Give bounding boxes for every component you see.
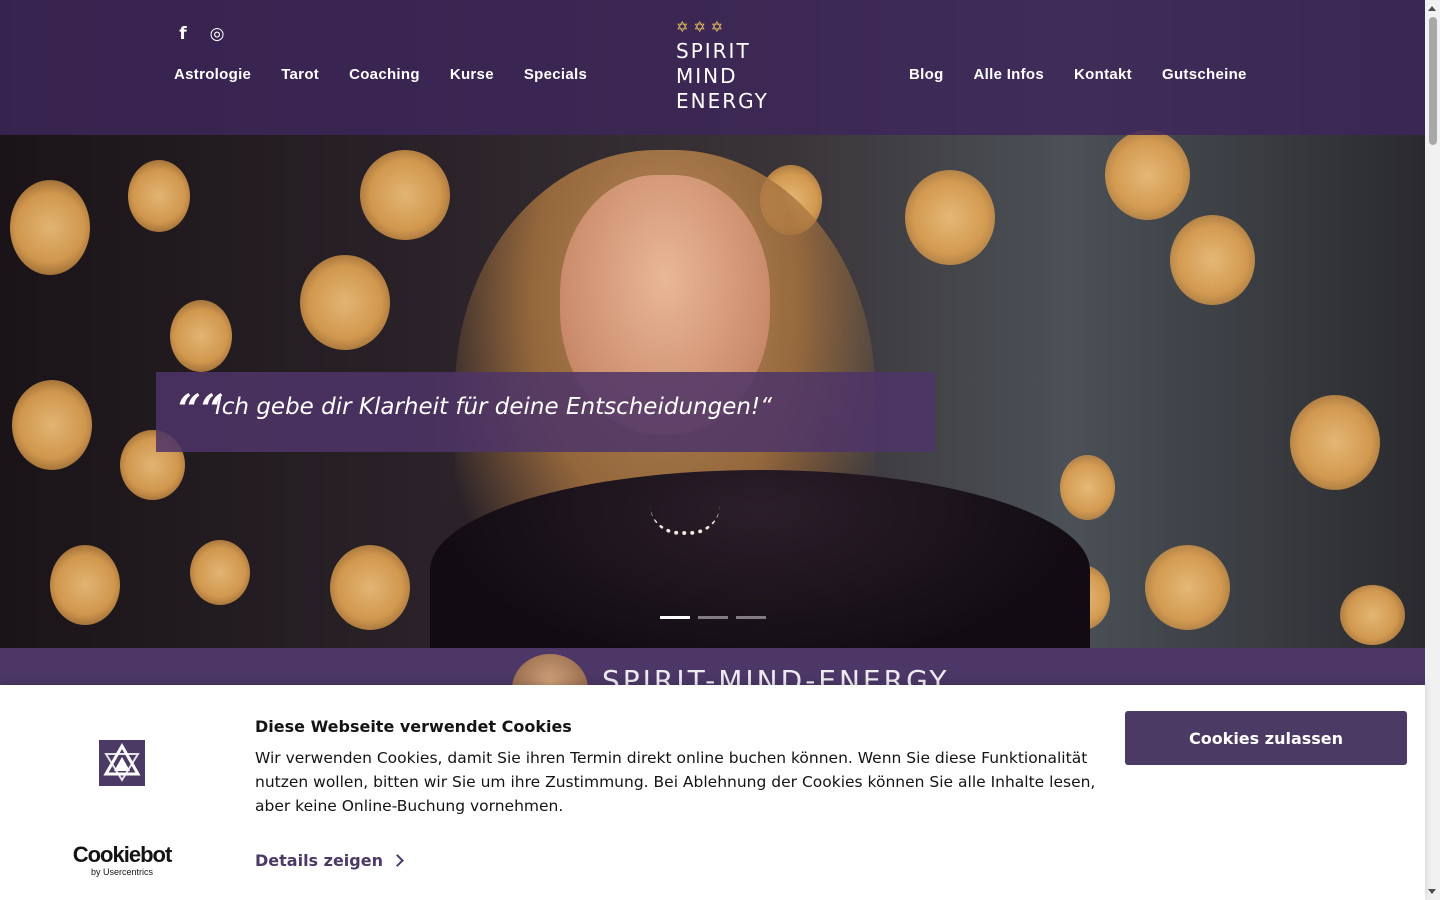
logo-line-mind: MIND	[676, 64, 738, 88]
band-title: SPIRIT-MIND-ENERGY	[602, 664, 950, 685]
bokeh-light	[360, 150, 450, 240]
nav-kurse[interactable]: Kurse	[450, 66, 494, 83]
slider-indicators	[660, 616, 766, 619]
hero-quote-text: Ich gebe dir Klarheit für deine Entschei…	[215, 394, 773, 420]
intro-band: SPIRIT-MIND-ENERGY	[0, 648, 1425, 685]
chevron-right-icon[interactable]	[391, 854, 404, 867]
main-nav-right: Blog Alle Infos Kontakt Gutscheine	[909, 66, 1247, 83]
cookies-allow-button[interactable]: Cookies zulassen	[1125, 711, 1407, 765]
bokeh-light	[1340, 585, 1405, 645]
cookie-description: Wir verwenden Cookies, damit Sie ihren T…	[255, 749, 1096, 815]
bokeh-light	[300, 255, 390, 350]
nav-coaching[interactable]: Coaching	[349, 66, 420, 83]
cookiebot-byline: by Usercentrics	[90, 867, 153, 877]
cookiebot-wordmark: Cookiebot	[72, 842, 173, 867]
logo-stars-icon: ✡ ✡ ✡	[676, 18, 724, 36]
hero-quote-box: ““ Ich gebe dir Klarheit für deine Entsc…	[156, 372, 935, 452]
nav-blog[interactable]: Blog	[909, 66, 944, 83]
bokeh-light	[50, 545, 120, 625]
cookie-logo-icon	[99, 740, 145, 786]
scroll-down-arrow-icon[interactable]	[1428, 889, 1436, 894]
avatar	[512, 654, 588, 685]
cookiebot-logo: Cookiebot by Usercentrics	[70, 842, 174, 878]
site-header: f ◎ Astrologie Tarot Coaching Kurse Spec…	[0, 0, 1425, 135]
bokeh-light	[905, 170, 995, 265]
nav-kontakt[interactable]: Kontakt	[1074, 66, 1132, 83]
bokeh-light	[1145, 545, 1230, 630]
nav-astrologie[interactable]: Astrologie	[174, 66, 251, 83]
nav-tarot[interactable]: Tarot	[281, 66, 319, 83]
bokeh-light	[1060, 455, 1115, 520]
cookie-banner: Cookiebot by Usercentrics Diese Webseite…	[0, 685, 1425, 900]
social-links: f ◎	[174, 24, 226, 44]
main-nav-left: Astrologie Tarot Coaching Kurse Specials	[174, 66, 587, 83]
nav-specials[interactable]: Specials	[524, 66, 587, 83]
bokeh-light	[190, 540, 250, 605]
logo-line-spirit: SPIRIT	[676, 39, 751, 63]
cookie-title: Diese Webseite verwendet Cookies	[255, 717, 572, 736]
slider-dot-1[interactable]	[660, 616, 690, 619]
bokeh-light	[10, 180, 90, 275]
bokeh-light	[12, 380, 92, 470]
bokeh-light	[330, 545, 410, 630]
cookie-details-link[interactable]: Details zeigen	[255, 851, 383, 870]
nav-alle-infos[interactable]: Alle Infos	[974, 66, 1045, 83]
site-logo[interactable]: ✡ ✡ ✡ SPIRIT MIND ENERGY	[676, 18, 769, 114]
bokeh-light	[1290, 395, 1380, 490]
logo-line-energy: ENERGY	[676, 89, 769, 113]
bokeh-light	[1105, 130, 1190, 220]
scroll-up-arrow-icon[interactable]	[1428, 6, 1436, 11]
page-scrollbar[interactable]	[1425, 0, 1440, 900]
bokeh-light	[170, 300, 232, 372]
bokeh-light	[1170, 215, 1255, 305]
slider-dot-2[interactable]	[698, 616, 728, 619]
bokeh-light	[128, 160, 190, 232]
scrollbar-thumb[interactable]	[1429, 17, 1437, 145]
nav-gutscheine[interactable]: Gutscheine	[1162, 66, 1247, 83]
instagram-icon[interactable]: ◎	[208, 24, 226, 44]
slider-dot-3[interactable]	[736, 616, 766, 619]
facebook-icon[interactable]: f	[174, 24, 192, 44]
